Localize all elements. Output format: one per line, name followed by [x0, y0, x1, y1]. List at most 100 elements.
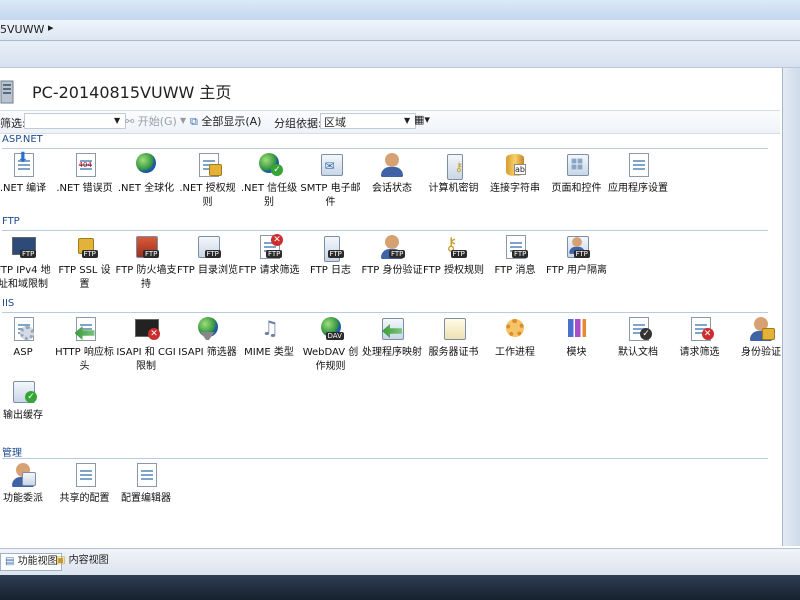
section-header[interactable]: FTP	[2, 216, 768, 231]
feature-label: 输出缓存	[3, 410, 43, 421]
default-document-icon: ✓	[623, 314, 653, 344]
feature-item[interactable]: .NET 全球化	[115, 150, 177, 196]
start-button-label: 开始(G)	[137, 115, 177, 128]
section-title: 管理	[2, 448, 22, 459]
tab-content-label: 内容视图	[68, 555, 109, 566]
feature-item[interactable]: HTTP 响应标头	[54, 314, 116, 374]
window-titlebar	[0, 0, 800, 20]
feature-item[interactable]: FTP FTP 身份验证	[361, 232, 423, 278]
ftp-messages-icon: FTP	[500, 232, 530, 262]
feature-item[interactable]: ✓ 输出缓存	[0, 377, 54, 423]
section-header[interactable]: ASP.NET	[2, 134, 768, 149]
feature-label: FTP 请求筛选	[238, 265, 300, 276]
feature-item[interactable]: DAV WebDAV 创作规则	[300, 314, 362, 374]
feature-item[interactable]: ✕ 请求筛选	[669, 314, 731, 360]
feature-item[interactable]: ⚷ 计算机密钥	[423, 150, 485, 196]
server-certificates-icon	[439, 314, 469, 344]
feature-item[interactable]: ✕ ISAPI 和 CGI 限制	[115, 314, 177, 374]
feature-item[interactable]: FTP FTP 防火墙支持	[115, 232, 177, 292]
feature-item[interactable]: FTP FTP SSL 设置	[54, 232, 116, 292]
groupby-select[interactable]: 区域	[320, 113, 416, 129]
feature-label: FTP 目录浏览	[177, 265, 238, 276]
net-globalization-icon	[131, 150, 161, 180]
feature-label: WebDAV 创作规则	[302, 347, 359, 372]
mime-types-icon: ♫	[261, 316, 279, 340]
section-header[interactable]: 管理	[2, 444, 768, 459]
view-mode-button[interactable]: ▦▾	[414, 113, 436, 129]
net-error-pages-icon: 404	[70, 150, 100, 180]
feature-item[interactable]: ASP	[0, 314, 54, 360]
section-header[interactable]: IIS	[2, 298, 768, 313]
ftp-user-isolation-icon: FTP	[562, 232, 592, 262]
feature-label: 连接字符串	[490, 183, 540, 194]
feature-item[interactable]: FTP FTP 目录浏览	[177, 232, 239, 278]
feature-item[interactable]: ✉ SMTP 电子邮件	[300, 150, 362, 210]
address-chevron-icon[interactable]: ▸	[48, 21, 54, 34]
feature-item[interactable]: .NET 授权规则	[177, 150, 239, 210]
feature-item[interactable]: ⚷ FTP FTP 授权规则	[423, 232, 485, 278]
config-editor-icon	[131, 460, 161, 490]
feature-label: 功能委派	[3, 493, 43, 504]
feature-label: FTP IPv4 地址和域限制	[0, 265, 51, 290]
feature-item[interactable]: 模块	[546, 314, 608, 360]
feature-label: .NET 错误页	[56, 183, 113, 194]
pages-controls-icon	[562, 150, 592, 180]
start-dropdown-icon[interactable]: ▼	[180, 116, 186, 125]
feature-item[interactable]: FTP FTP 消息	[484, 232, 546, 278]
section-title: IIS	[2, 298, 15, 309]
feature-item[interactable]: ✕ FTP FTP 请求筛选	[238, 232, 300, 278]
feature-label: FTP 日志	[310, 265, 351, 276]
start-button[interactable]: ⚯ 开始(G)	[125, 113, 177, 129]
ftp-ssl-icon: FTP	[70, 232, 100, 262]
feature-item[interactable]: ISAPI 筛选器	[177, 314, 239, 360]
binoculars-icon: ⚯	[125, 115, 138, 128]
tab-content-view[interactable]: ▣ 内容视图	[52, 553, 112, 569]
feature-item[interactable]: FTP FTP 日志	[300, 232, 362, 278]
feature-label: ASP	[13, 347, 33, 358]
filter-toolbar: 筛选: ▼ ⚯ 开始(G) ▼ ⧉ 全部显示(A) 分组依据: 区域 ▼ ▦▾	[0, 110, 780, 134]
webdav-icon: DAV	[316, 314, 346, 344]
feature-label: ISAPI 和 CGI 限制	[116, 347, 176, 372]
net-authorization-icon	[193, 150, 223, 180]
feature-item[interactable]: ✓ 默认文档	[607, 314, 669, 360]
feature-label: FTP 授权规则	[423, 265, 484, 276]
show-all-button[interactable]: ⧉ 全部显示(A)	[190, 113, 261, 129]
groupby-label: 分组依据:	[274, 117, 322, 130]
feature-item[interactable]: 共享的配置	[54, 460, 116, 506]
features-view-icon: ▤	[5, 556, 15, 567]
feature-item[interactable]: 页面和控件	[546, 150, 608, 196]
feature-label: MIME 类型	[244, 347, 294, 358]
feature-item[interactable]: FTP FTP IPv4 地址和域限制	[0, 232, 54, 292]
feature-item[interactable]: 会话状态	[361, 150, 423, 196]
feature-label: 会话状态	[372, 183, 412, 194]
filter-input[interactable]	[24, 113, 126, 129]
feature-item[interactable]: 配置编辑器	[115, 460, 177, 506]
feature-item[interactable]: 处理程序映射	[361, 314, 423, 360]
feature-item[interactable]: 功能委派	[0, 460, 54, 506]
feature-item[interactable]: 应用程序设置	[607, 150, 669, 196]
feature-label: 工作进程	[495, 347, 535, 358]
address-bar[interactable]: 5VUWW ▸	[0, 20, 800, 41]
feature-item[interactable]: 工作进程	[484, 314, 546, 360]
feature-item[interactable]: ✓ .NET 信任级别	[238, 150, 300, 210]
filter-dropdown-icon[interactable]: ▼	[114, 116, 120, 125]
feature-item[interactable]: ab 连接字符串	[484, 150, 546, 196]
scrollbar[interactable]	[783, 68, 800, 546]
shared-config-icon	[70, 460, 100, 490]
feature-item[interactable]: 服务器证书	[423, 314, 485, 360]
feature-label: FTP SSL 设置	[58, 265, 111, 290]
feature-label: 服务器证书	[428, 347, 479, 358]
feature-label: FTP 消息	[494, 265, 536, 276]
feature-item[interactable]: ♫ MIME 类型	[238, 314, 300, 360]
feature-item[interactable]: FTP FTP 用户隔离	[546, 232, 608, 278]
feature-list: ASP.NET ⬇ .NET 编译 404 .NET 错误页 .NET 全球化 .NET 授…	[0, 134, 781, 546]
feature-item[interactable]: ⬇ .NET 编译	[0, 150, 54, 196]
feature-item[interactable]: 404 .NET 错误页	[54, 150, 116, 196]
ftp-directory-icon: FTP	[193, 232, 223, 262]
feature-label: 应用程序设置	[608, 183, 668, 194]
asp-icon	[8, 314, 38, 344]
session-state-icon	[377, 150, 407, 180]
address-path[interactable]: 5VUWW	[0, 23, 44, 36]
page-title: PC-20140815VUWW 主页	[32, 83, 232, 102]
groupby-dropdown-icon[interactable]: ▼	[404, 116, 410, 125]
